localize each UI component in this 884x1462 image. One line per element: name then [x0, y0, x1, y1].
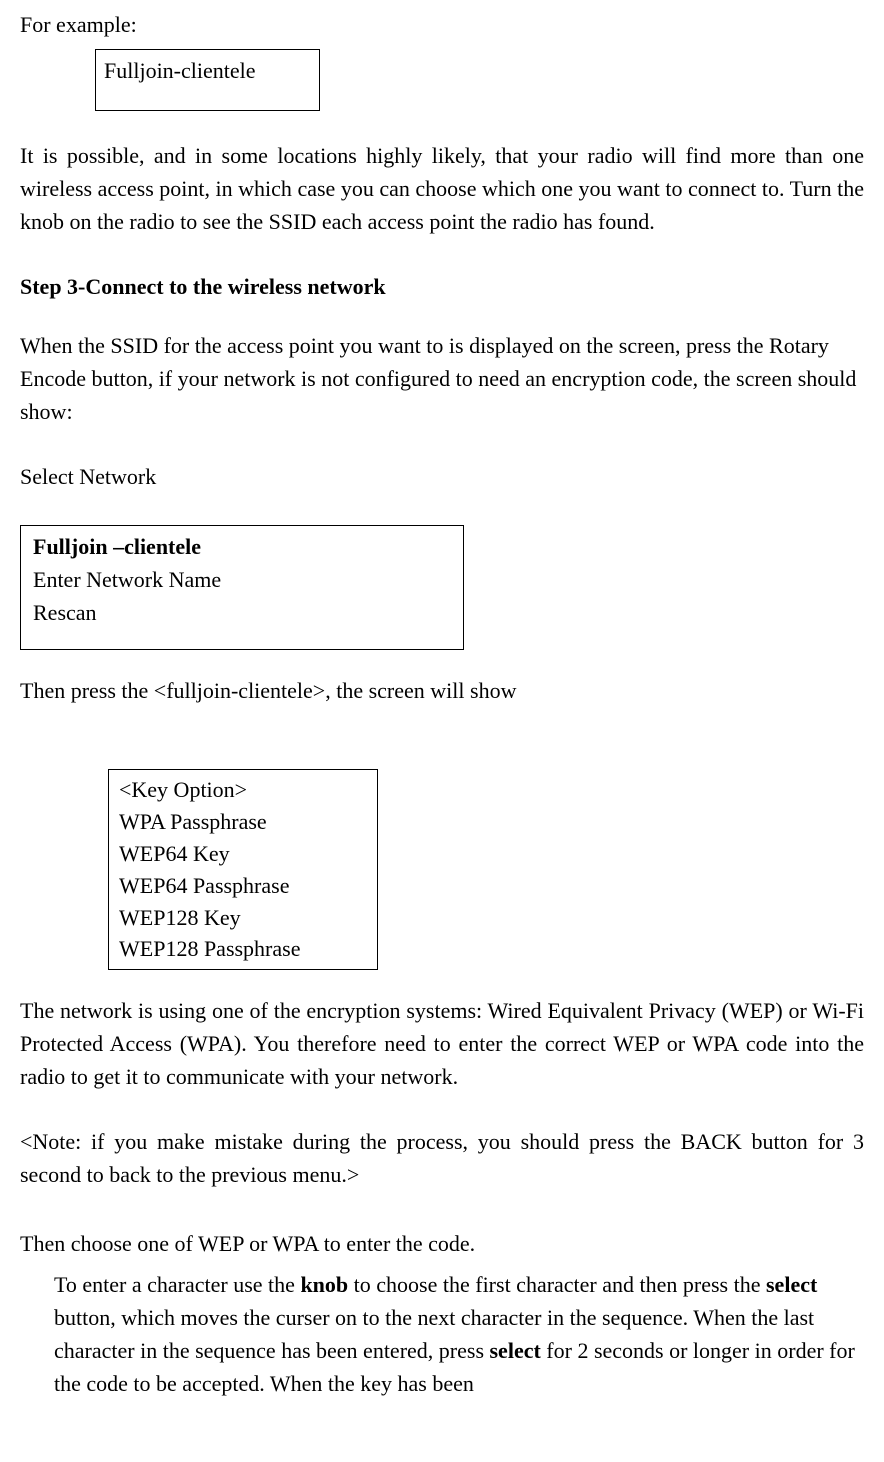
key-option-wep128-pass: WEP128 Passphrase: [119, 933, 367, 965]
select-network-label: Select Network: [20, 460, 864, 493]
key-option-wep64-pass: WEP64 Passphrase: [119, 870, 367, 902]
example-box-1: Fulljoin-clientele: [95, 49, 320, 111]
select-network-box: Fulljoin –clientele Enter Network Name R…: [20, 525, 464, 650]
network-option-1: Fulljoin –clientele: [33, 530, 451, 563]
para6-bold-select-2: select: [490, 1338, 541, 1363]
key-option-wep64-key: WEP64 Key: [119, 838, 367, 870]
paragraph-6: To enter a character use the knob to cho…: [20, 1268, 864, 1400]
network-option-2: Enter Network Name: [33, 563, 451, 596]
paragraph-3: Then press the <fulljoin-clientele>, the…: [20, 674, 864, 707]
network-option-3: Rescan: [33, 596, 451, 629]
step3-heading: Step 3-Connect to the wireless network: [20, 270, 864, 303]
para6-bold-select-1: select: [766, 1272, 817, 1297]
paragraph-1: It is possible, and in some locations hi…: [20, 139, 864, 238]
para6-text-1: To enter a character use the: [54, 1272, 300, 1297]
paragraph-4: The network is using one of the encrypti…: [20, 994, 864, 1093]
key-option-box: <Key Option> WPA Passphrase WEP64 Key WE…: [108, 769, 378, 970]
note-paragraph: <Note: if you make mistake during the pr…: [20, 1125, 864, 1191]
paragraph-2: When the SSID for the access point you w…: [20, 329, 864, 428]
key-option-wpa: WPA Passphrase: [119, 806, 367, 838]
para6-text-2: to choose the first character and then p…: [348, 1272, 766, 1297]
example-box-1-text: Fulljoin-clientele: [104, 54, 311, 87]
intro-label: For example:: [20, 8, 864, 41]
key-option-wep128-key: WEP128 Key: [119, 902, 367, 934]
key-option-header: <Key Option>: [119, 774, 367, 806]
paragraph-5: Then choose one of WEP or WPA to enter t…: [20, 1227, 864, 1260]
para6-bold-knob: knob: [300, 1272, 348, 1297]
